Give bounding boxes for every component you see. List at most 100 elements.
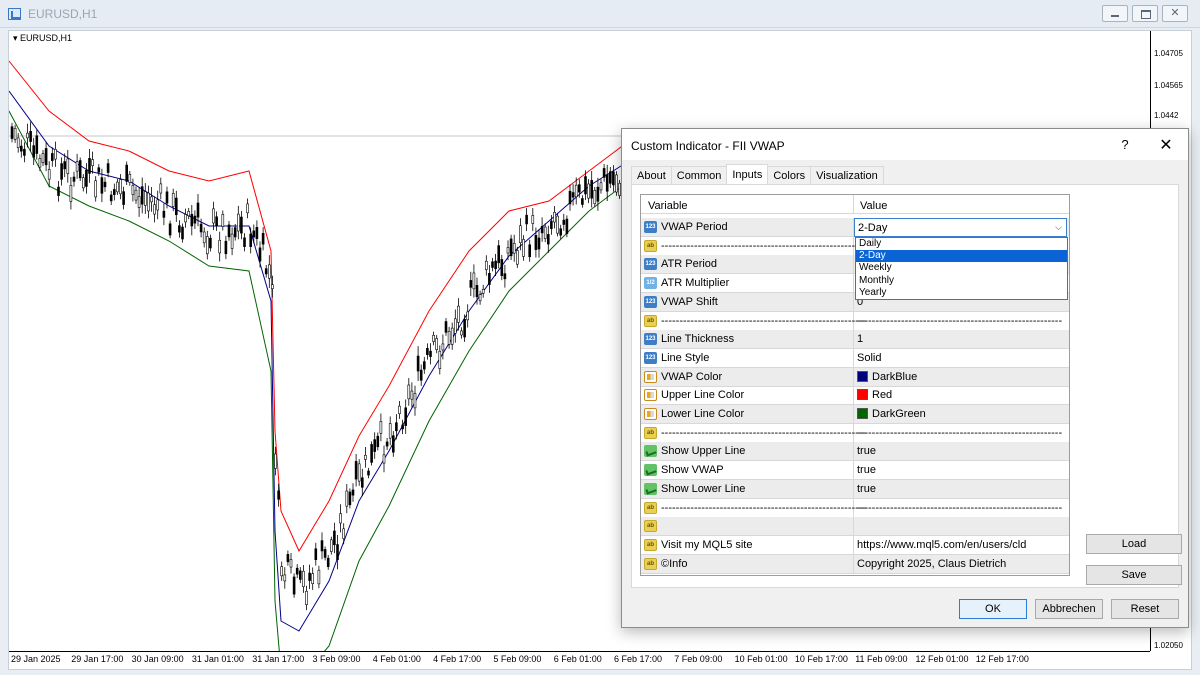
dropdown-option[interactable]: Monthly (856, 275, 1067, 287)
dialog-close-button[interactable]: ✕ (1158, 135, 1174, 155)
candle (125, 161, 128, 186)
reset-button[interactable]: Reset (1111, 599, 1179, 619)
value-cell[interactable]: true (854, 442, 1069, 462)
value-cell[interactable]: https://www.mql5.com/en/users/cld (854, 536, 1069, 555)
candle (339, 504, 342, 533)
value-cell[interactable]: Copyright 2025, Claus Dietrich (854, 555, 1069, 574)
variable-name: ----------------------------------------… (661, 314, 867, 327)
parameter-row[interactable]: ab --------------------------------------… (641, 311, 1069, 331)
candle (20, 139, 23, 158)
parameter-row[interactable]: Show Upper Line true (641, 442, 1069, 462)
int-type-icon: 123 (644, 351, 657, 364)
parameter-row[interactable]: 123 Line Thickness 1 (641, 330, 1069, 350)
parameter-row[interactable]: Upper Line Color Red (641, 386, 1069, 406)
value-cell[interactable]: Red (854, 386, 1069, 406)
candle (438, 345, 442, 375)
candle (416, 346, 420, 382)
candle (590, 171, 594, 208)
header-variable[interactable]: Variable (641, 195, 854, 214)
candle (190, 204, 194, 236)
time-scale[interactable]: 29 Jan 2025 29 Jan 17:00 30 Jan 09:00 31 Ja… (9, 651, 1150, 670)
candle (444, 318, 448, 336)
value-cell[interactable]: 1 (854, 330, 1069, 350)
maximize-button[interactable] (1132, 5, 1158, 22)
candle (137, 187, 141, 217)
variable-name: Visit my MQL5 site (661, 538, 753, 551)
candle (295, 564, 299, 579)
candle (305, 585, 308, 611)
tab-visualization[interactable]: Visualization (810, 166, 884, 185)
candle (562, 213, 566, 231)
parameter-row[interactable]: ab --------------------------------------… (641, 498, 1069, 518)
window-close-button[interactable]: ✕ (1162, 5, 1188, 22)
chevron-down-icon[interactable]: ⌵ (1055, 222, 1062, 233)
candle (608, 166, 612, 189)
tab-about[interactable]: About (631, 166, 672, 185)
candle (391, 431, 395, 457)
parameter-row[interactable]: ab --------------------------------------… (641, 423, 1069, 443)
candle (543, 223, 547, 243)
value-cell[interactable]: DarkGreen (854, 405, 1069, 424)
candle (413, 385, 417, 416)
window-title: EURUSD,H1 (28, 7, 98, 21)
value-cell[interactable]: ----------------------------------------… (854, 424, 1069, 443)
candle (215, 211, 218, 231)
tab-colors[interactable]: Colors (767, 166, 812, 185)
dropdown-option[interactable]: 2-Day (856, 249, 1067, 263)
parameter-row[interactable]: 123 Line Style Solid (641, 348, 1069, 368)
save-button[interactable]: Save (1086, 565, 1182, 585)
value-text: ----------------------------------------… (857, 501, 1063, 514)
parameter-row[interactable]: ab Visit my MQL5 site https://www.mql5.com… (641, 535, 1069, 555)
value-cell[interactable]: Solid (854, 349, 1069, 368)
dropdown-option[interactable]: Daily (856, 238, 1067, 250)
variable-cell: VWAP Color (641, 367, 854, 387)
header-value[interactable]: Value (854, 195, 1069, 214)
parameter-row[interactable]: ab ©Info Copyright 2025, Claus Dietrich (641, 554, 1069, 574)
candle (435, 334, 439, 354)
col-type-icon (644, 408, 657, 420)
vwap-period-select[interactable]: 2-Day ⌵ (854, 218, 1067, 237)
candle (147, 185, 150, 219)
candle (336, 535, 339, 570)
cancel-button[interactable]: Abbrechen (1035, 599, 1103, 619)
variable-name: Line Thickness (661, 333, 735, 346)
value-text: DarkGreen (872, 408, 926, 420)
color-swatch (857, 389, 868, 401)
load-button[interactable]: Load (1086, 534, 1182, 554)
value-cell[interactable]: ----------------------------------------… (854, 499, 1069, 518)
value-cell[interactable] (854, 517, 1069, 537)
ok-button[interactable]: OK (959, 599, 1027, 619)
parameter-row[interactable]: VWAP Color DarkBlue (641, 367, 1069, 387)
minimize-button[interactable] (1102, 5, 1128, 22)
variable-name: ----------------------------------------… (661, 426, 867, 439)
parameter-row[interactable]: Show Lower Line true (641, 479, 1069, 499)
dropdown-option[interactable]: Weekly (856, 262, 1067, 274)
parameter-row[interactable]: Lower Line Color DarkGreen (641, 405, 1069, 424)
dropdown-option[interactable]: Yearly (856, 287, 1067, 299)
parameter-row[interactable]: Show VWAP true (641, 461, 1069, 481)
candle (85, 163, 88, 194)
price-label: 1.04565 (1154, 81, 1183, 90)
candle (292, 573, 296, 598)
candle (546, 225, 550, 253)
value-text: Solid (857, 351, 882, 364)
time-label: 5 Feb 09:00 (493, 654, 542, 664)
help-button[interactable]: ? (1118, 137, 1132, 152)
parameter-row[interactable]: ab (641, 517, 1069, 537)
tab-inputs[interactable]: Inputs (726, 164, 769, 185)
time-label: 7 Feb 09:00 (674, 654, 723, 664)
value-cell[interactable]: true (854, 480, 1069, 499)
candle (35, 129, 39, 160)
variable-name: Lower Line Color (661, 408, 745, 420)
variable-cell: 1/2 ATR Multiplier (641, 274, 854, 294)
value-cell[interactable]: ----------------------------------------… (854, 312, 1069, 331)
tab-common[interactable]: Common (670, 166, 728, 185)
value-text: ----------------------------------------… (857, 314, 1063, 327)
candle (419, 364, 423, 386)
parameter-row[interactable]: 123 VWAP Period 2-Day ⌵ (641, 218, 1069, 237)
custom-indicator-dialog: Custom Indicator - FII VWAP ? ✕ About Co… (621, 128, 1189, 628)
candle (206, 230, 209, 260)
value-cell[interactable]: DarkBlue (854, 368, 1069, 387)
value-cell[interactable]: true (854, 461, 1069, 481)
candle (202, 227, 206, 248)
